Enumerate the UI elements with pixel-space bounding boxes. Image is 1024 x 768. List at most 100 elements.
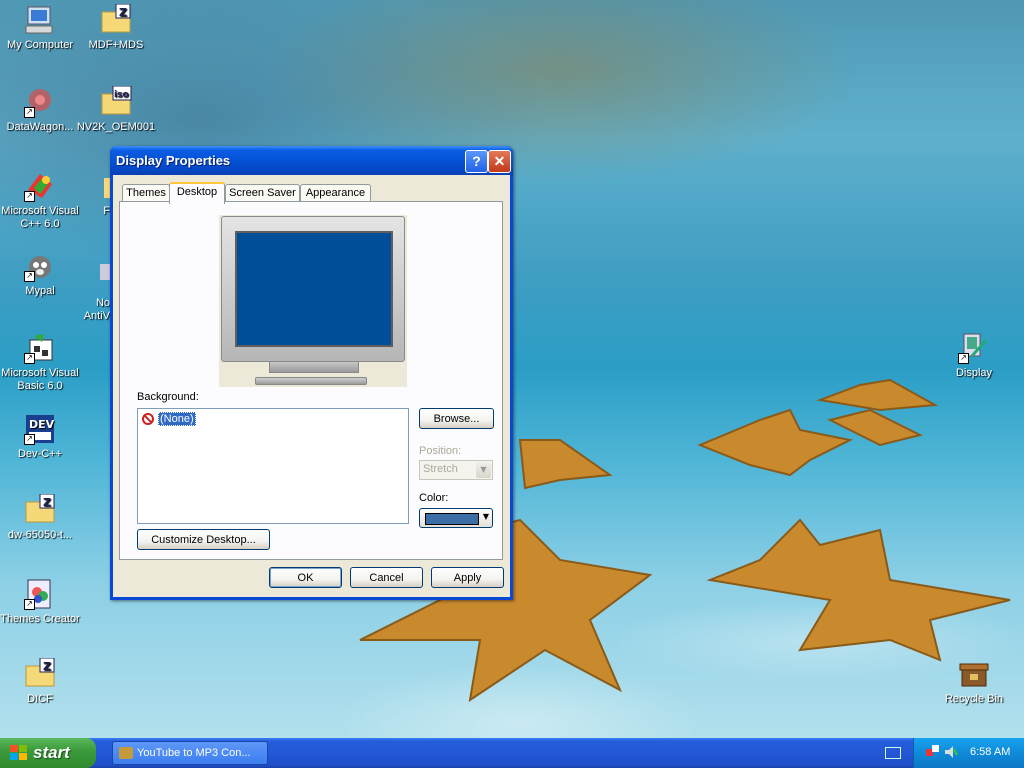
shortcut-arrow-icon: ↗ [24, 107, 35, 118]
tab-screen-saver[interactable]: Screen Saver [225, 184, 300, 202]
chevron-down-icon: ▼ [476, 462, 491, 478]
window-client: Themes Desktop Screen Saver Appearance B… [113, 175, 510, 597]
none-icon [142, 413, 154, 426]
zip-folder-icon: Z [24, 657, 56, 690]
monitor-stand [269, 361, 359, 373]
desktop-icon-my-computer[interactable]: My Computer [0, 4, 80, 52]
start-label: start [33, 743, 70, 762]
desktop-icon-label: Dev-C++ [17, 448, 63, 460]
position-label: Position: [419, 445, 462, 457]
desktop-icon-label: Microsoft Visual C++ 6.0 [1, 205, 79, 230]
shortcut-arrow-icon: ↗ [24, 191, 35, 202]
ok-button[interactable]: OK [269, 567, 342, 588]
desktop-icon-visual-basic[interactable]: ↗ Microsoft Visual Basic 6.0 [0, 332, 80, 393]
desktop-icon-mypal[interactable]: ↗ Mypal [0, 250, 80, 298]
display-icon: ↗ [958, 332, 990, 364]
svg-text:DEV: DEV [29, 418, 55, 431]
desktop-icon-partial[interactable]: F [76, 170, 110, 218]
keyboard-icon[interactable] [885, 747, 901, 759]
iso-folder-icon: iso [100, 85, 132, 118]
monitor-screen [235, 231, 393, 347]
taskbar-item-label: YouTube to MP3 Con... [137, 747, 251, 759]
tab-appearance[interactable]: Appearance [300, 184, 371, 202]
network-icon[interactable] [926, 745, 940, 759]
shortcut-arrow-icon: ↗ [24, 353, 35, 364]
background-listbox[interactable]: (None) [137, 408, 409, 524]
desktop-icon-nv2k[interactable]: iso NV2K_OEM001 [76, 85, 156, 134]
close-button[interactable]: ✕ [488, 150, 511, 173]
start-button[interactable]: start [0, 738, 96, 768]
desktop-icon-label: DICF [27, 693, 53, 705]
taskbar-item-youtube-mp3[interactable]: YouTube to MP3 Con... [112, 741, 268, 765]
zip-folder-icon: Z [100, 3, 132, 36]
desktop-icon-recycle-bin[interactable]: Recycle Bin [934, 658, 1014, 706]
cancel-button[interactable]: Cancel [350, 567, 423, 588]
desktop-icon-label: No AntiV [83, 297, 110, 322]
windows-logo-icon [10, 745, 28, 761]
desktop-icon-display[interactable]: ↗ Display [934, 332, 1014, 380]
desktop-icon-label: DataWagon... [6, 121, 74, 133]
desktop-icon-label: Themes Creator [0, 613, 80, 625]
clock[interactable]: 6:58 AM [970, 746, 1010, 758]
shortcut-arrow-icon: ↗ [958, 353, 969, 364]
zip-folder-icon: Z [24, 493, 56, 526]
svg-text:iso: iso [114, 90, 129, 100]
help-button[interactable]: ? [465, 150, 488, 173]
desktop-icon-label: NV2K_OEM001 [76, 121, 156, 133]
position-value: Stretch [423, 463, 458, 475]
desktop-icon-dev-cpp[interactable]: DEV ↗ Dev-C++ [0, 413, 80, 461]
shortcut-arrow-icon: ↗ [24, 271, 35, 282]
system-tray: 6:58 AM [913, 738, 1024, 768]
customize-desktop-button[interactable]: Customize Desktop... [137, 529, 270, 550]
mypal-icon: ↗ [24, 250, 56, 282]
desktop-tab-panel: Background: (None) Browse... Position: S… [119, 201, 503, 560]
datawagon-icon: ↗ [24, 86, 56, 118]
color-label: Color: [419, 492, 449, 504]
visual-cpp-icon: ↗ [24, 170, 56, 202]
desktop-icon-partial[interactable]: No AntiV [76, 262, 110, 323]
desktop-icon-label: Mypal [25, 285, 55, 297]
background-label: Background: [137, 391, 199, 403]
desktop-icon-label: F [103, 205, 110, 217]
dev-cpp-icon: DEV ↗ [24, 413, 56, 445]
desktop-icon-label: Recycle Bin [944, 693, 1004, 705]
desktop-icon-visual-cpp[interactable]: ↗ Microsoft Visual C++ 6.0 [0, 170, 80, 231]
monitor-base [255, 377, 367, 385]
desktop-icon-label: MDF+MDS [88, 39, 144, 51]
svg-text:Z: Z [43, 660, 51, 673]
desktop-icon-label: dw-65050-t... [7, 529, 73, 541]
tab-themes[interactable]: Themes [122, 184, 170, 202]
list-item-label: (None) [158, 412, 196, 426]
desktop-icon-label: My Computer [6, 39, 74, 51]
my-computer-icon [24, 4, 56, 36]
svg-text:Z: Z [119, 6, 127, 19]
position-select[interactable]: Stretch ▼ [419, 460, 493, 480]
desktop-icon-dicf[interactable]: Z DICF [0, 657, 80, 706]
apply-button[interactable]: Apply [431, 567, 504, 588]
desktop-icon-mdf-mds[interactable]: Z MDF+MDS [76, 3, 156, 52]
taskbar: start YouTube to MP3 Con... 6:58 AM [0, 738, 1024, 768]
desktop-icon-datawagon[interactable]: ↗ DataWagon... [0, 86, 80, 134]
visual-basic-icon: ↗ [24, 332, 56, 364]
monitor-preview [219, 215, 407, 387]
recycle-bin-icon [958, 658, 990, 690]
color-picker-button[interactable]: ▼ [419, 508, 493, 528]
monitor-frame [221, 216, 405, 362]
color-swatch [425, 513, 479, 525]
shortcut-arrow-icon: ↗ [24, 599, 35, 610]
tab-desktop[interactable]: Desktop [169, 182, 225, 204]
desktop-icon-themes-creator[interactable]: ↗ Themes Creator [0, 578, 80, 626]
desktop-icon-label: Display [955, 367, 993, 379]
list-item[interactable]: (None) [142, 412, 196, 427]
desktop-icon-dw[interactable]: Z dw-65050-t... [0, 493, 80, 542]
shortcut-arrow-icon: ↗ [24, 434, 35, 445]
desktop-icon-label: Microsoft Visual Basic 6.0 [1, 367, 79, 392]
window-titlebar[interactable]: Display Properties ? ✕ [110, 146, 513, 175]
app-icon [119, 747, 133, 759]
antivirus-icon [100, 262, 110, 294]
svg-text:Z: Z [43, 496, 51, 509]
display-properties-window: Display Properties ? ✕ Themes Desktop Sc… [110, 146, 513, 600]
browse-button[interactable]: Browse... [419, 408, 494, 429]
themes-creator-icon: ↗ [24, 578, 56, 610]
speaker-icon[interactable] [944, 745, 958, 759]
